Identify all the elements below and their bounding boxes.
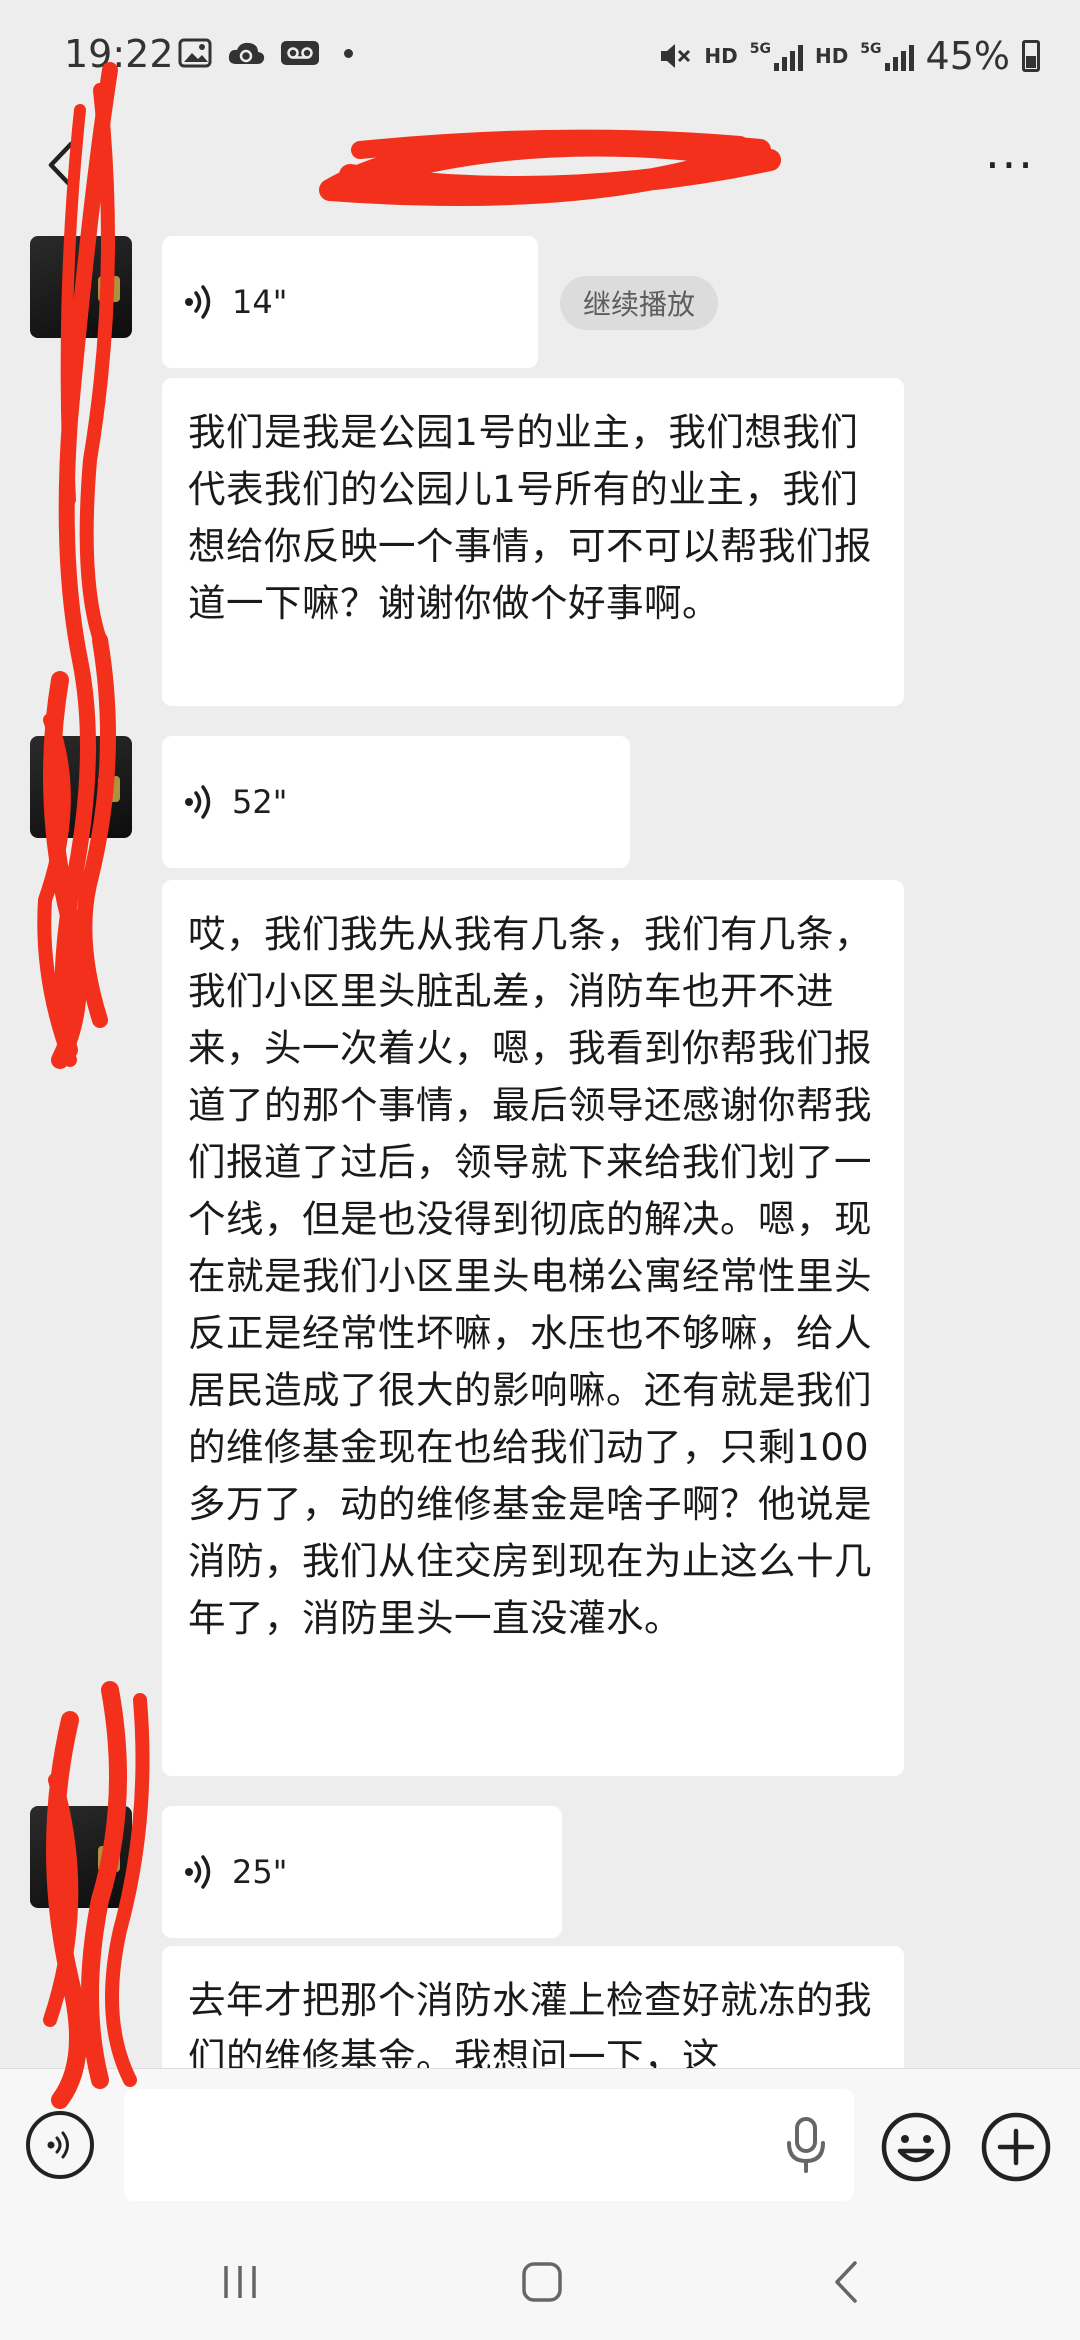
chat-header: ···	[0, 110, 1080, 220]
avatar[interactable]	[30, 236, 132, 338]
voice-wave-icon	[180, 1852, 220, 1892]
recent-apps-icon	[224, 2266, 256, 2298]
chat-input-bar	[0, 2068, 1080, 2221]
back-arrow-icon	[835, 2261, 857, 2303]
voice-duration: 52"	[232, 783, 288, 821]
status-time: 19:22	[64, 32, 174, 76]
avatar[interactable]	[30, 1806, 132, 1908]
voice-duration: 25"	[232, 1853, 288, 1891]
battery-icon	[1022, 40, 1040, 72]
status-dot	[344, 48, 353, 58]
system-back-button[interactable]	[806, 2250, 886, 2314]
voice-duration: 14"	[232, 283, 288, 321]
home-icon	[522, 2262, 562, 2302]
voicemail-icon	[281, 41, 319, 65]
text-message-bubble[interactable]: 哎，我们我先从我有几条，我们有几条，我们小区里头脏乱差，消防车也开不进来，头一次…	[162, 880, 904, 1776]
more-options-button[interactable]: ···	[970, 130, 1050, 200]
continue-playback-button[interactable]: 继续播放	[560, 276, 718, 330]
voice-wave-icon	[180, 282, 220, 322]
status-system-icons: HD 5G HD 5G 45%	[658, 34, 1040, 78]
network-label-1: HD	[704, 44, 738, 68]
signal-icon-2: 5G	[860, 41, 914, 71]
voice-input-toggle-button[interactable]	[26, 2111, 94, 2179]
status-notification-icons	[178, 38, 353, 68]
back-button[interactable]	[30, 130, 90, 200]
emoji-icon[interactable]	[880, 2111, 952, 2183]
home-button[interactable]	[502, 2250, 582, 2314]
voice-wave-icon	[180, 782, 220, 822]
avatar[interactable]	[30, 736, 132, 838]
network-label-4: 5G	[860, 41, 882, 57]
mute-icon	[661, 44, 691, 68]
microphone-icon[interactable]	[778, 2113, 834, 2177]
text-message-bubble[interactable]: 我们是我是公园1号的业主，我们想我们代表我们的公园儿1号所有的业主，我们想给你反…	[162, 378, 904, 706]
voice-message-bubble[interactable]: 52"	[162, 736, 630, 868]
message-input[interactable]	[124, 2089, 854, 2201]
plus-icon[interactable]	[980, 2111, 1052, 2183]
signal-icon: 5G	[750, 41, 803, 71]
network-label-3: HD	[814, 44, 849, 68]
voice-message-bubble[interactable]: 14"	[162, 236, 538, 368]
network-label-2: 5G	[749, 41, 771, 57]
cloud-sync-icon	[228, 42, 265, 64]
system-navigation-bar	[0, 2220, 1080, 2340]
status-bar: 19:22 HD 5G HD 5G 45%	[0, 0, 1080, 110]
chevron-left-icon	[48, 141, 74, 189]
voice-wave-icon	[47, 2131, 69, 2159]
voice-message-bubble[interactable]: 25"	[162, 1806, 562, 1938]
battery-percent: 45%	[925, 34, 1010, 78]
recent-apps-button[interactable]	[200, 2250, 280, 2314]
image-icon	[178, 38, 212, 68]
chat-title-redacted	[320, 130, 780, 220]
